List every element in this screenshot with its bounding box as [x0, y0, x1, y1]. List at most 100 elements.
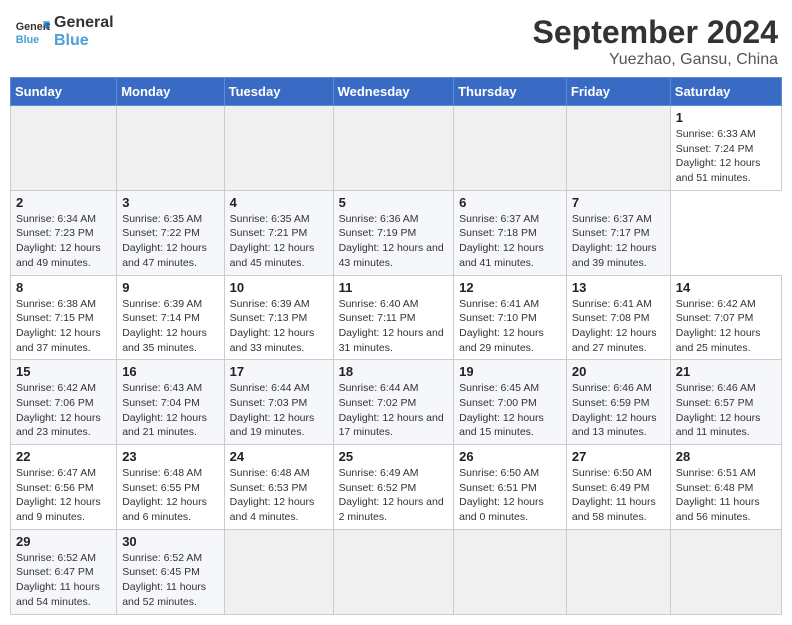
empty-cell [333, 106, 454, 191]
empty-cell [454, 106, 567, 191]
day-info: Sunrise: 6:35 AMSunset: 7:22 PMDaylight:… [122, 212, 218, 271]
day-info: Sunrise: 6:44 AMSunset: 7:02 PMDaylight:… [339, 381, 449, 440]
day-cell-5: 5Sunrise: 6:36 AMSunset: 7:19 PMDaylight… [333, 190, 454, 275]
day-number: 22 [16, 449, 111, 464]
day-number: 15 [16, 364, 111, 379]
day-info: Sunrise: 6:33 AMSunset: 7:24 PMDaylight:… [676, 127, 776, 186]
day-info: Sunrise: 6:42 AMSunset: 7:06 PMDaylight:… [16, 381, 111, 440]
day-number: 26 [459, 449, 561, 464]
empty-cell [224, 106, 333, 191]
day-cell-23: 23 Sunrise: 6:48 AMSunset: 6:55 PMDayligh… [117, 445, 224, 530]
day-cell-17: 17Sunrise: 6:44 AMSunset: 7:03 PMDayligh… [224, 360, 333, 445]
day-cell-26: 26Sunrise: 6:50 AMSunset: 6:51 PMDayligh… [454, 445, 567, 530]
day-header-friday: Friday [566, 78, 670, 106]
week-row-2: 2 Sunrise: 6:34 AMSunset: 7:23 PMDaylight… [11, 190, 782, 275]
day-cell-15: 15 Sunrise: 6:42 AMSunset: 7:06 PMDayligh… [11, 360, 117, 445]
day-number: 23 [122, 449, 218, 464]
day-number: 3 [122, 195, 218, 210]
day-cell-20: 20Sunrise: 6:46 AMSunset: 6:59 PMDayligh… [566, 360, 670, 445]
day-cell-3: 3 Sunrise: 6:35 AMSunset: 7:22 PMDaylight… [117, 190, 224, 275]
day-number: 28 [676, 449, 776, 464]
day-number: 13 [572, 280, 665, 295]
day-number: 21 [676, 364, 776, 379]
day-info: Sunrise: 6:52 AMSunset: 6:45 PMDaylight:… [122, 551, 218, 610]
day-number: 4 [230, 195, 328, 210]
day-info: Sunrise: 6:34 AMSunset: 7:23 PMDaylight:… [16, 212, 111, 271]
day-cell-22: 22 Sunrise: 6:47 AMSunset: 6:56 PMDayligh… [11, 445, 117, 530]
day-cell-11: 11Sunrise: 6:40 AMSunset: 7:11 PMDayligh… [333, 275, 454, 360]
day-cell-12: 12Sunrise: 6:41 AMSunset: 7:10 PMDayligh… [454, 275, 567, 360]
day-header-thursday: Thursday [454, 78, 567, 106]
day-number: 11 [339, 280, 449, 295]
day-number: 1 [676, 110, 776, 125]
day-cell-19: 19 Sunrise: 6:45 AMSunset: 7:00 PMDayligh… [454, 360, 567, 445]
day-info: Sunrise: 6:46 AMSunset: 6:57 PMDaylight:… [676, 381, 776, 440]
day-cell-24: 24 Sunrise: 6:48 AMSunset: 6:53 PMDayligh… [224, 445, 333, 530]
day-info: Sunrise: 6:41 AMSunset: 7:10 PMDaylight:… [459, 297, 561, 356]
week-row-4: 15 Sunrise: 6:42 AMSunset: 7:06 PMDayligh… [11, 360, 782, 445]
day-cell-13: 13 Sunrise: 6:41 AMSunset: 7:08 PMDayligh… [566, 275, 670, 360]
day-number: 19 [459, 364, 561, 379]
day-cell-27: 27 Sunrise: 6:50 AMSunset: 6:49 PMDayligh… [566, 445, 670, 530]
week-row-1: 1 Sunrise: 6:33 AMSunset: 7:24 PMDaylight… [11, 106, 782, 191]
week-row-6: 29 Sunrise: 6:52 AMSunset: 6:47 PMDayligh… [11, 529, 782, 614]
day-cell-21: 21 Sunrise: 6:46 AMSunset: 6:57 PMDayligh… [670, 360, 781, 445]
day-info: Sunrise: 6:39 AMSunset: 7:13 PMDaylight:… [230, 297, 328, 356]
svg-text:Blue: Blue [16, 34, 39, 46]
day-info: Sunrise: 6:48 AMSunset: 6:55 PMDaylight:… [122, 466, 218, 525]
day-cell-7: 7 Sunrise: 6:37 AMSunset: 7:17 PMDaylight… [566, 190, 670, 275]
day-info: Sunrise: 6:39 AMSunset: 7:14 PMDaylight:… [122, 297, 218, 356]
day-number: 27 [572, 449, 665, 464]
day-number: 2 [16, 195, 111, 210]
day-number: 14 [676, 280, 776, 295]
empty-cell [566, 529, 670, 614]
empty-cell [566, 106, 670, 191]
day-info: Sunrise: 6:44 AMSunset: 7:03 PMDaylight:… [230, 381, 328, 440]
logo-icon: General Blue [14, 14, 50, 50]
day-number: 18 [339, 364, 449, 379]
day-number: 8 [16, 280, 111, 295]
day-cell-4: 4Sunrise: 6:35 AMSunset: 7:21 PMDaylight… [224, 190, 333, 275]
day-cell-9: 9 Sunrise: 6:39 AMSunset: 7:14 PMDaylight… [117, 275, 224, 360]
day-number: 7 [572, 195, 665, 210]
day-number: 9 [122, 280, 218, 295]
day-number: 16 [122, 364, 218, 379]
day-cell-14: 14 Sunrise: 6:42 AMSunset: 7:07 PMDayligh… [670, 275, 781, 360]
day-number: 5 [339, 195, 449, 210]
day-cell-30: 30Sunrise: 6:52 AMSunset: 6:45 PMDayligh… [117, 529, 224, 614]
day-number: 24 [230, 449, 328, 464]
empty-cell [454, 529, 567, 614]
day-info: Sunrise: 6:46 AMSunset: 6:59 PMDaylight:… [572, 381, 665, 440]
header-row: SundayMondayTuesdayWednesdayThursdayFrid… [11, 78, 782, 106]
day-cell-1: 1 Sunrise: 6:33 AMSunset: 7:24 PMDaylight… [670, 106, 781, 191]
week-row-3: 8Sunrise: 6:38 AMSunset: 7:15 PMDaylight… [11, 275, 782, 360]
day-number: 29 [16, 534, 111, 549]
day-info: Sunrise: 6:41 AMSunset: 7:08 PMDaylight:… [572, 297, 665, 356]
day-cell-8: 8Sunrise: 6:38 AMSunset: 7:15 PMDaylight… [11, 275, 117, 360]
day-info: Sunrise: 6:48 AMSunset: 6:53 PMDaylight:… [230, 466, 328, 525]
day-header-sunday: Sunday [11, 78, 117, 106]
calendar-table: SundayMondayTuesdayWednesdayThursdayFrid… [10, 77, 782, 615]
day-cell-16: 16 Sunrise: 6:43 AMSunset: 7:04 PMDayligh… [117, 360, 224, 445]
day-info: Sunrise: 6:52 AMSunset: 6:47 PMDaylight:… [16, 551, 111, 610]
day-info: Sunrise: 6:42 AMSunset: 7:07 PMDaylight:… [676, 297, 776, 356]
day-cell-25: 25Sunrise: 6:49 AMSunset: 6:52 PMDayligh… [333, 445, 454, 530]
day-info: Sunrise: 6:50 AMSunset: 6:49 PMDaylight:… [572, 466, 665, 525]
day-cell-2: 2 Sunrise: 6:34 AMSunset: 7:23 PMDaylight… [11, 190, 117, 275]
day-info: Sunrise: 6:43 AMSunset: 7:04 PMDaylight:… [122, 381, 218, 440]
day-info: Sunrise: 6:49 AMSunset: 6:52 PMDaylight:… [339, 466, 449, 525]
day-cell-18: 18 Sunrise: 6:44 AMSunset: 7:02 PMDayligh… [333, 360, 454, 445]
logo: General Blue General Blue [14, 14, 114, 50]
day-info: Sunrise: 6:37 AMSunset: 7:17 PMDaylight:… [572, 212, 665, 271]
day-header-monday: Monday [117, 78, 224, 106]
day-info: Sunrise: 6:45 AMSunset: 7:00 PMDaylight:… [459, 381, 561, 440]
day-header-saturday: Saturday [670, 78, 781, 106]
header: General Blue General Blue September 2024… [10, 10, 782, 69]
day-cell-6: 6Sunrise: 6:37 AMSunset: 7:18 PMDaylight… [454, 190, 567, 275]
day-header-tuesday: Tuesday [224, 78, 333, 106]
day-cell-29: 29 Sunrise: 6:52 AMSunset: 6:47 PMDayligh… [11, 529, 117, 614]
day-cell-10: 10 Sunrise: 6:39 AMSunset: 7:13 PMDayligh… [224, 275, 333, 360]
day-info: Sunrise: 6:47 AMSunset: 6:56 PMDaylight:… [16, 466, 111, 525]
empty-cell [117, 106, 224, 191]
day-number: 10 [230, 280, 328, 295]
